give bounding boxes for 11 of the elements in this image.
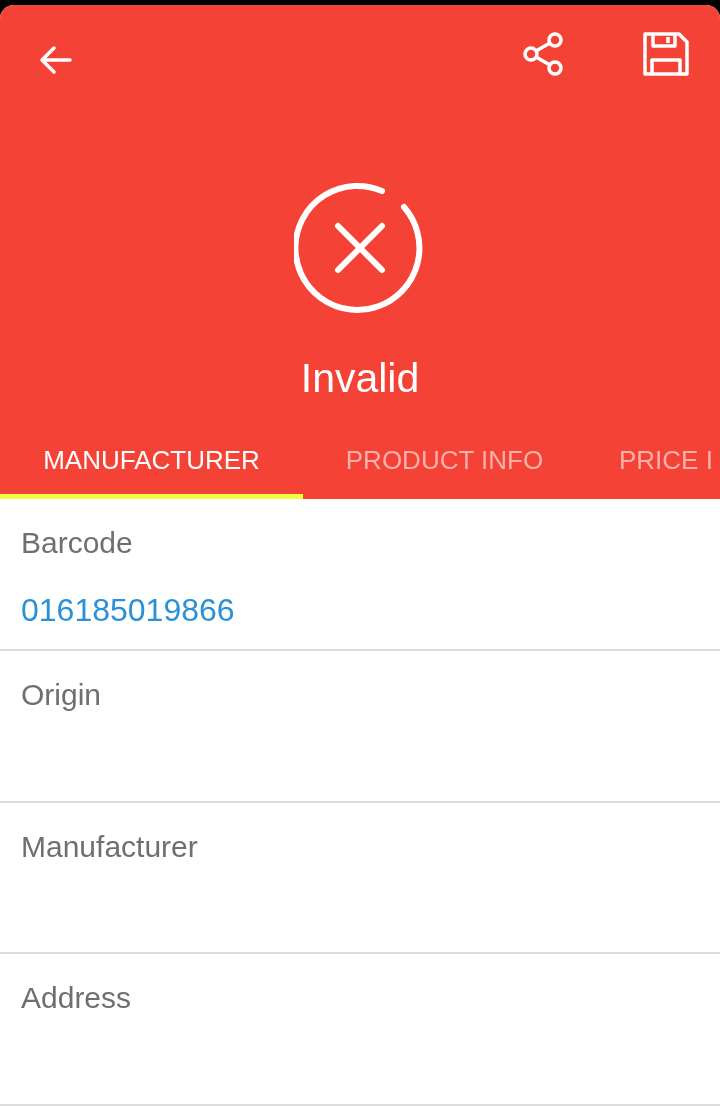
tab[interactable]: PRICE I <box>586 427 720 499</box>
tab[interactable]: PRODUCT INFO <box>303 427 586 499</box>
tab[interactable]: MANUFACTURER <box>0 427 303 499</box>
field-label: Manufacturer <box>21 828 198 865</box>
field-value: 016185019866 <box>21 591 235 629</box>
field-label: Address <box>21 980 132 1017</box>
field-label: Barcode <box>21 525 133 561</box>
status-label: Invalid <box>300 354 420 402</box>
share-icon <box>522 31 566 77</box>
back-arrow-icon <box>38 45 72 75</box>
field-label: Origin <box>21 676 102 713</box>
